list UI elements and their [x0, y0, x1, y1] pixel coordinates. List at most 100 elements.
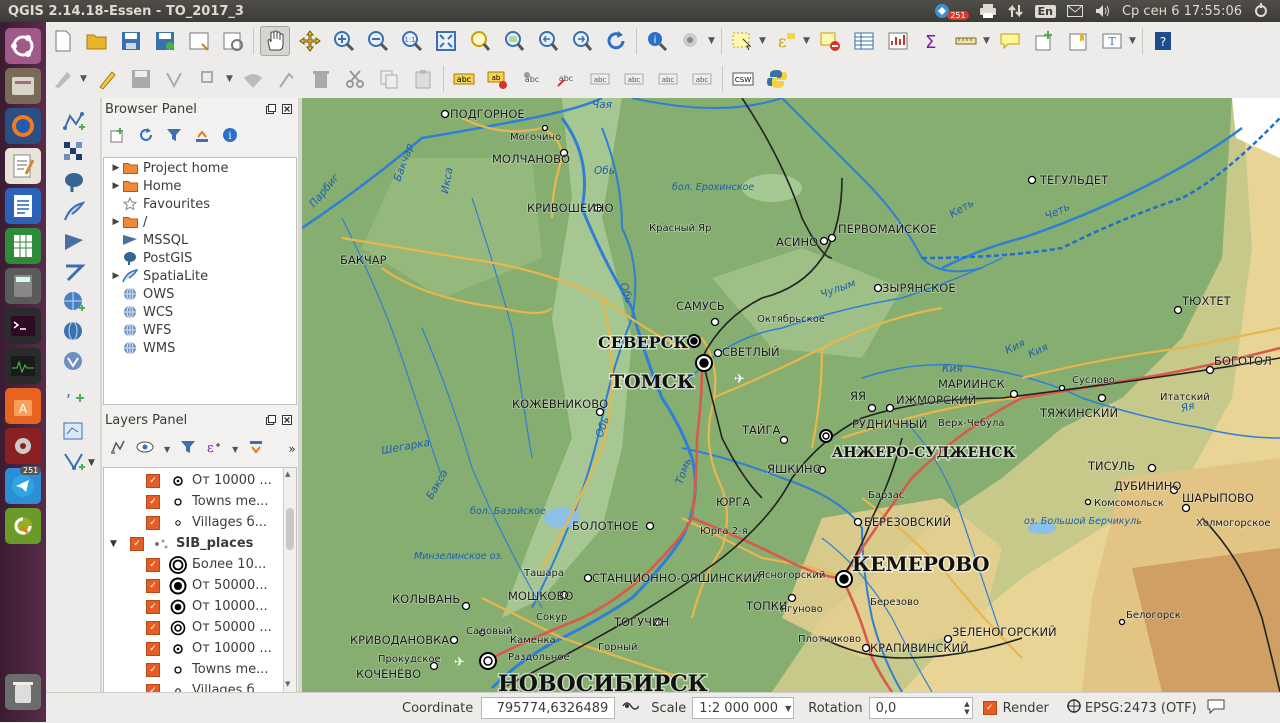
browser-item-root[interactable]: ▶ / — [104, 213, 296, 231]
rotate-label-button[interactable]: abc — [654, 65, 682, 93]
keyboard-layout-indicator[interactable]: En — [1034, 4, 1056, 18]
select-by-expression-button[interactable]: ε — [772, 27, 800, 55]
settlement-marker[interactable] — [867, 403, 877, 413]
map-canvas[interactable]: ✈ ✈ ПОДГОРНОЕ Могочино МОЛЧАНОВО КРИВОШЕИНО К… — [302, 98, 1280, 692]
chevron-down-icon[interactable]: ▼ — [110, 539, 122, 549]
settlement-marker[interactable] — [645, 521, 655, 531]
settlement-marker[interactable] — [819, 236, 829, 246]
browser-item-project-home[interactable]: ▶ Project home — [104, 159, 296, 177]
cut-features-button[interactable] — [341, 65, 369, 93]
trash-icon[interactable] — [5, 674, 41, 710]
settlement-marker[interactable] — [1118, 618, 1126, 626]
filter-by-expression-icon[interactable]: ε — [206, 439, 222, 459]
csw-button[interactable]: CSW — [729, 65, 757, 93]
layer-row[interactable]: ✓ От 10000 ... — [104, 470, 296, 491]
settlement-marker[interactable] — [787, 593, 797, 603]
pan-to-selection-button[interactable] — [296, 27, 324, 55]
panel-splitter[interactable] — [100, 98, 102, 692]
settlement-marker[interactable] — [1205, 365, 1215, 375]
settlement-marker[interactable] — [713, 348, 723, 358]
show-bookmarks-button[interactable] — [1064, 27, 1092, 55]
undock-icon[interactable] — [266, 104, 276, 117]
new-bookmark-button[interactable] — [1030, 27, 1058, 55]
layer-row[interactable]: ✓ Villages б... — [104, 512, 296, 533]
settlement-marker[interactable] — [861, 643, 871, 653]
zoom-last-button[interactable] — [534, 27, 562, 55]
messages-icon[interactable] — [1207, 698, 1225, 718]
add-mssql-layer-button[interactable] — [60, 228, 88, 256]
browser-item-wfs[interactable]: WFS — [104, 321, 296, 339]
settlement-marker[interactable] — [449, 635, 459, 645]
more-tools-icon[interactable]: » — [288, 442, 295, 456]
settlement-marker[interactable] — [1181, 503, 1191, 513]
browser-item-wcs[interactable]: WCS — [104, 303, 296, 321]
delete-selected-button[interactable] — [273, 65, 301, 93]
expand-arrow-icon[interactable]: ▶ — [110, 163, 122, 173]
settlement-marker[interactable] — [1097, 393, 1107, 403]
ubuntu-dash-icon[interactable] — [5, 28, 41, 64]
add-spatialite-layer-button[interactable] — [60, 198, 88, 226]
layer-visibility-checkbox[interactable]: ✓ — [146, 473, 160, 488]
coordinate-toggle-icon[interactable] — [621, 698, 640, 718]
software-center-icon[interactable]: A — [5, 388, 41, 424]
close-icon[interactable] — [282, 104, 292, 117]
statistical-summary-button[interactable] — [884, 27, 912, 55]
power-gear-icon[interactable] — [1252, 3, 1270, 19]
zoom-next-button[interactable] — [568, 27, 596, 55]
coordinate-input[interactable]: 795774,6326489 — [481, 697, 616, 719]
chevron-down-icon[interactable]: ▼ — [80, 74, 90, 84]
printer-icon[interactable] — [979, 3, 997, 19]
add-vector-layer-button[interactable] — [60, 108, 88, 136]
open-attribute-table-button[interactable] — [850, 27, 878, 55]
paste-features-button[interactable] — [409, 65, 437, 93]
deselect-features-button[interactable] — [816, 27, 844, 55]
scrollbar-thumb[interactable] — [286, 508, 294, 550]
zoom-out-button[interactable] — [364, 27, 392, 55]
browser-item-spatialite[interactable]: ▶ SpatiaLite — [104, 267, 296, 285]
layer-row[interactable]: ✓ От 50000... — [104, 575, 296, 596]
layer-visibility-checkbox[interactable]: ✓ — [146, 578, 160, 593]
layer-visibility-checkbox[interactable]: ✓ — [146, 662, 160, 677]
chevron-down-icon[interactable]: ▼ — [803, 36, 813, 46]
run-feature-action-button[interactable] — [677, 27, 705, 55]
system-monitor-icon[interactable] — [5, 348, 41, 384]
zoom-native-resolution-button[interactable]: 1:1 — [398, 27, 426, 55]
chevron-down-icon[interactable]: ▼ — [983, 36, 993, 46]
settlement-marker[interactable] — [827, 233, 837, 243]
settlement-marker[interactable] — [1147, 463, 1157, 473]
measure-line-button[interactable] — [952, 27, 980, 55]
render-checkbox[interactable]: ✓ — [982, 701, 997, 715]
select-features-button[interactable] — [728, 27, 756, 55]
layer-visibility-checkbox[interactable]: ✓ — [146, 557, 160, 572]
save-as-button[interactable] — [151, 27, 179, 55]
settlement-marker[interactable] — [885, 403, 895, 413]
crs-icon[interactable] — [1066, 699, 1081, 717]
layer-labeling-options-button[interactable]: abc — [450, 65, 478, 93]
zoom-to-layer-button[interactable] — [500, 27, 528, 55]
current-edits-button[interactable] — [49, 65, 77, 93]
text-editor-icon[interactable] — [5, 148, 41, 184]
browser-item-mssql[interactable]: MSSQL — [104, 231, 296, 249]
layer-row[interactable]: ✓ От 10000... — [104, 596, 296, 617]
add-delimited-text-layer-button[interactable]: , — [60, 378, 88, 406]
settlement-marker[interactable] — [583, 573, 593, 583]
add-wfs-layer-button[interactable] — [60, 348, 88, 376]
expand-all-icon[interactable] — [248, 439, 264, 459]
browser-item-wms[interactable]: WMS — [104, 339, 296, 357]
qgis-icon[interactable] — [5, 508, 41, 544]
add-wcs-layer-button[interactable] — [60, 318, 88, 346]
zoom-in-button[interactable] — [330, 27, 358, 55]
undock-icon[interactable] — [266, 415, 276, 428]
browser-item-postgis[interactable]: PostGIS — [104, 249, 296, 267]
layer-row[interactable]: ✓ Towns me... — [104, 491, 296, 512]
save-layer-edits-button[interactable] — [127, 65, 155, 93]
manage-visibility-icon[interactable] — [136, 441, 154, 457]
info-icon[interactable]: i — [222, 127, 238, 147]
add-wms-layer-button[interactable] — [60, 288, 88, 316]
chevron-down-icon[interactable]: ▼ — [759, 36, 769, 46]
settlement-marker[interactable] — [779, 435, 789, 445]
chevron-down-icon[interactable]: ▼ — [785, 704, 791, 713]
chevron-down-icon[interactable]: ▼ — [1129, 36, 1139, 46]
new-project-button[interactable] — [49, 27, 77, 55]
layer-visibility-checkbox[interactable]: ✓ — [146, 599, 160, 614]
